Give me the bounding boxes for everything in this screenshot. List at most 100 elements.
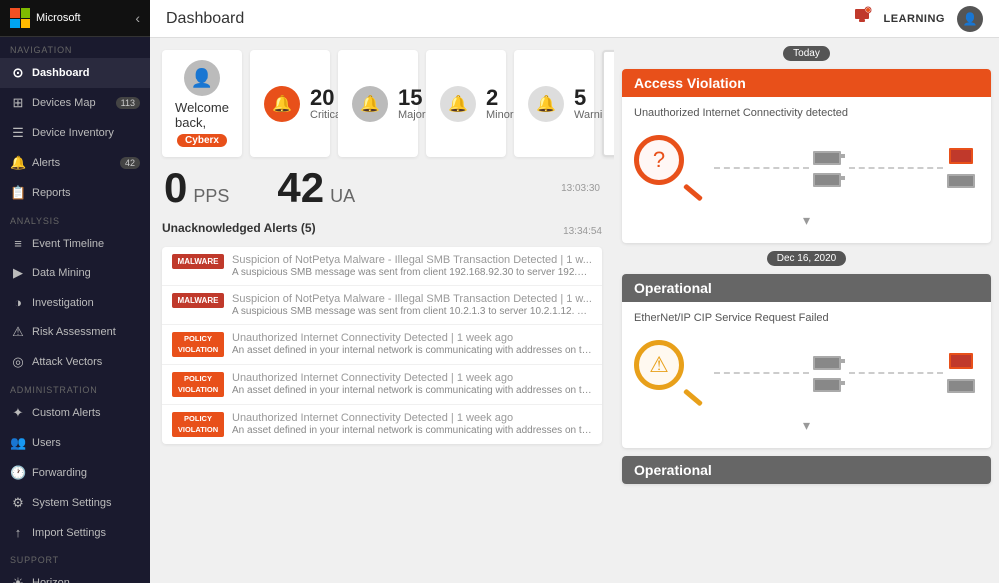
- major-label: Major: [398, 109, 426, 121]
- sidebar-item-risk-assessment[interactable]: ⚠ Risk Assessment: [0, 317, 150, 347]
- pps-unit: PPS: [193, 186, 229, 207]
- list-item[interactable]: MALWARE Suspicion of NotPetya Malware - …: [162, 247, 602, 286]
- list-item[interactable]: POLICYVIOLATION Unauthorized Internet Co…: [162, 365, 602, 405]
- sidebar-logo: Microsoft: [10, 8, 81, 28]
- operational-header-2: Operational: [622, 456, 991, 484]
- page-title: Dashboard: [166, 10, 244, 28]
- risk-assessment-icon: ⚠: [10, 324, 26, 340]
- alerts-badge: 42: [120, 157, 140, 169]
- analysis-section-label: ANALYSIS: [0, 208, 150, 229]
- sidebar-item-horizon[interactable]: ☀ Horizon: [0, 568, 150, 583]
- expand-chevron[interactable]: ▾: [634, 208, 979, 233]
- sidebar-item-custom-alerts[interactable]: ✦ Custom Alerts: [0, 398, 150, 428]
- alert-item-title: Suspicion of NotPetya Malware - Illegal …: [232, 254, 592, 266]
- sidebar-item-label: Horizon: [32, 577, 70, 583]
- topbar-right: LEARNING 👤: [852, 6, 983, 32]
- op-expand-chevron[interactable]: ▾: [634, 413, 979, 438]
- operational-visual-1: ⚠: [634, 332, 979, 413]
- sidebar-item-system-settings[interactable]: ⚙ System Settings: [0, 488, 150, 518]
- sidebar-item-label: Import Settings: [32, 527, 106, 539]
- op-device-icon-1: [813, 352, 845, 372]
- sidebar-item-label: Users: [32, 437, 61, 449]
- alert-item-title: Suspicion of NotPetya Malware - Illegal …: [232, 293, 592, 305]
- alerts-icon: 🔔: [10, 155, 26, 171]
- right-panel: Today Access Violation Unauthorized Inte…: [614, 38, 999, 583]
- sidebar-item-event-timeline[interactable]: ≡ Event Timeline: [0, 229, 150, 258]
- sidebar-item-attack-vectors[interactable]: ◎ Attack Vectors: [0, 347, 150, 377]
- device-icon: [813, 147, 845, 167]
- welcome-text: Welcome back,: [175, 100, 229, 130]
- sidebar-back-icon[interactable]: ‹: [135, 10, 140, 26]
- sidebar-item-label: System Settings: [32, 497, 111, 509]
- list-item[interactable]: MALWARE Suspicion of NotPetya Malware - …: [162, 286, 602, 325]
- sidebar-item-import-settings[interactable]: ↑ Import Settings: [0, 518, 150, 547]
- sidebar-item-alerts[interactable]: 🔔 Alerts 42: [0, 148, 150, 178]
- sidebar-item-label: Devices Map: [32, 97, 96, 109]
- notifications-icon[interactable]: [852, 6, 872, 31]
- alert-item-desc: An asset defined in your internal networ…: [232, 425, 592, 436]
- access-violation-card[interactable]: Access Violation Unauthorized Internet C…: [622, 69, 991, 243]
- op-dotted-line: [714, 372, 809, 374]
- major-icon: 🔔: [352, 86, 388, 122]
- welcome-badge: Cyberx: [177, 134, 227, 147]
- sidebar-item-users[interactable]: 👥 Users: [0, 428, 150, 458]
- nav-section-label: NAVIGATION: [0, 37, 150, 58]
- alert-cards-row: 👤 Welcome back, Cyberx 🔔 20 Critical 🔔 1…: [162, 50, 602, 157]
- operational-card-2[interactable]: Operational: [622, 456, 991, 484]
- learning-label[interactable]: LEARNING: [884, 13, 945, 25]
- sidebar-item-investigation[interactable]: ◑ Investigation: [0, 288, 150, 317]
- operational-network-diagram: [714, 351, 979, 395]
- op-device-group-orange: [947, 351, 979, 395]
- sidebar-item-label: Device Inventory: [32, 127, 114, 139]
- sidebar-item-dashboard[interactable]: ⊙ Dashboard: [0, 58, 150, 88]
- warning-magnify-handle: [683, 389, 703, 407]
- sidebar-item-label: Reports: [32, 187, 71, 199]
- pps-metric: 0 PPS: [164, 167, 229, 209]
- sidebar-item-label: Event Timeline: [32, 238, 104, 250]
- sidebar-item-forwarding[interactable]: 🕐 Forwarding: [0, 458, 150, 488]
- operational-card-1[interactable]: Operational EtherNet/IP CIP Service Requ…: [622, 274, 991, 448]
- access-violation-visual: ?: [634, 127, 979, 208]
- minor-count: 2: [486, 87, 514, 109]
- microsoft-logo: [10, 8, 30, 28]
- op-dotted-line-2: [849, 372, 944, 374]
- sidebar-item-label: Investigation: [32, 297, 94, 309]
- dotted-line-2: [849, 167, 944, 169]
- sidebar-item-devices-map[interactable]: ⊞ Devices Map 113: [0, 88, 150, 118]
- data-mining-icon: ▶: [10, 265, 26, 281]
- alert-badge-policy: POLICYVIOLATION: [172, 412, 224, 437]
- investigation-icon: ◑: [10, 295, 26, 310]
- sidebar-item-device-inventory[interactable]: ☰ Device Inventory: [0, 118, 150, 148]
- access-violation-subtitle: Unauthorized Internet Connectivity detec…: [634, 107, 979, 119]
- sidebar-item-label: Risk Assessment: [32, 326, 116, 338]
- alert-item-desc: An asset defined in your internal networ…: [232, 385, 592, 396]
- sidebar-item-label: Data Mining: [32, 267, 91, 279]
- user-avatar[interactable]: 👤: [957, 6, 983, 32]
- sidebar-item-reports[interactable]: 📋 Reports: [0, 178, 150, 208]
- sidebar-item-label: Forwarding: [32, 467, 87, 479]
- critical-card[interactable]: 🔔 20 Critical: [250, 50, 330, 157]
- device-icon-2: [813, 169, 845, 189]
- alert-badge-malware: MALWARE: [172, 293, 224, 308]
- device-group: [813, 147, 845, 189]
- operational-subtitle-1: EtherNet/IP CIP Service Request Failed: [634, 312, 979, 324]
- reports-icon: 📋: [10, 185, 26, 201]
- list-item[interactable]: POLICYVIOLATION Unauthorized Internet Co…: [162, 405, 602, 444]
- main-content: Dashboard LEARNING 👤 👤 Welcome bac: [150, 0, 999, 583]
- import-settings-icon: ↑: [10, 525, 26, 540]
- major-card[interactable]: 🔔 15 Major: [338, 50, 418, 157]
- warnings-card[interactable]: 🔔 5 Warnings: [514, 50, 594, 157]
- sidebar-item-data-mining[interactable]: ▶ Data Mining: [0, 258, 150, 288]
- all-card[interactable]: 🔔 42 All: [602, 50, 614, 157]
- device-group-orange: [947, 146, 979, 190]
- support-section-label: SUPPORT: [0, 547, 150, 568]
- minor-card[interactable]: 🔔 2 Minor: [426, 50, 506, 157]
- critical-icon: 🔔: [264, 86, 300, 122]
- alert-item-title: Unauthorized Internet Connectivity Detec…: [232, 372, 592, 384]
- warning-magnify-icon: ⚠: [634, 340, 704, 405]
- list-item[interactable]: POLICYVIOLATION Unauthorized Internet Co…: [162, 325, 602, 365]
- custom-alerts-icon: ✦: [10, 405, 26, 421]
- orange-device-icon: [949, 146, 977, 168]
- sidebar-item-label: Attack Vectors: [32, 356, 102, 368]
- alert-item-content: Suspicion of NotPetya Malware - Illegal …: [232, 254, 592, 278]
